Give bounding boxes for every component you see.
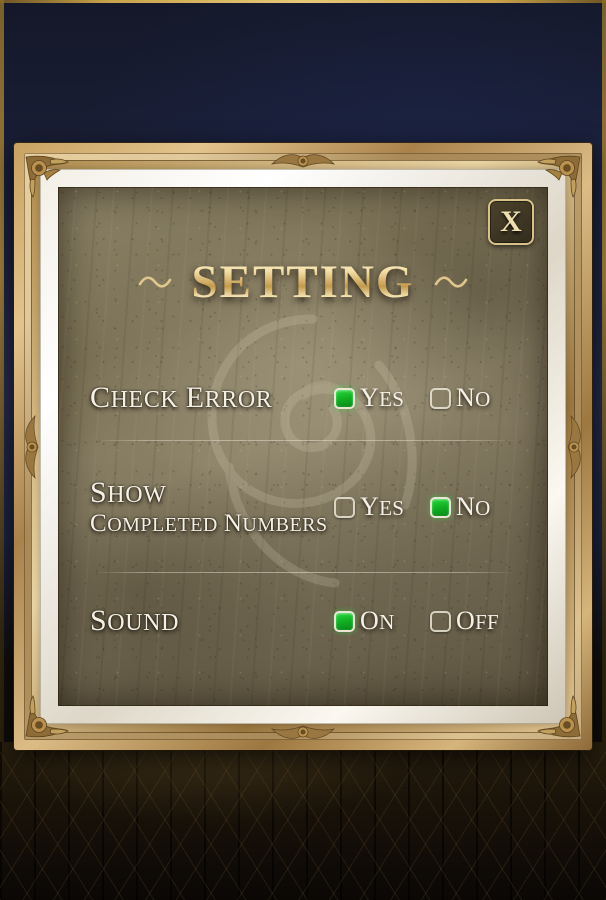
- option-label-sound-off: OFF: [456, 606, 500, 635]
- close-button-label: X: [500, 205, 522, 238]
- checkbox-sound-off[interactable]: [430, 610, 451, 632]
- setting-label-sound: SOUND: [90, 604, 334, 638]
- checkbox-sound-on[interactable]: [334, 610, 355, 632]
- top-gold-edge: [0, 0, 606, 3]
- option-show-completed-numbers-yes[interactable]: YES: [334, 492, 430, 522]
- setting-options-sound: ON OFF: [334, 606, 522, 636]
- settings-panel: X SETTING CHECK ERROR YES NO SHOW COMPLE…: [58, 187, 548, 706]
- checkbox-check-error-no[interactable]: [430, 387, 451, 409]
- edge-ornament-right: [567, 414, 581, 479]
- setting-label-line-1: SOUND: [90, 604, 180, 638]
- option-check-error-no[interactable]: NO: [430, 383, 522, 413]
- setting-row-sound: SOUND ON OFF: [58, 573, 548, 669]
- settings-screen: X SETTING CHECK ERROR YES NO SHOW COMPLE…: [0, 0, 606, 900]
- edge-ornament-top: [270, 154, 336, 168]
- setting-options-show-completed-numbers: YES NO: [334, 492, 522, 522]
- option-sound-on[interactable]: ON: [334, 606, 430, 636]
- background-vignette: [0, 742, 606, 900]
- title-swash-left-icon: [138, 276, 171, 288]
- option-label-check-error-yes: YES: [360, 383, 405, 412]
- checkbox-check-error-yes[interactable]: [334, 387, 355, 409]
- setting-row-check-error: CHECK ERROR YES NO: [58, 355, 548, 441]
- setting-label-show-completed-numbers: SHOW COMPLETED NUMBERS: [90, 476, 334, 538]
- setting-label-line-1: SHOW: [90, 476, 167, 510]
- setting-label-line-1: CHECK ERROR: [90, 381, 273, 415]
- setting-row-show-completed-numbers: SHOW COMPLETED NUMBERS YES NO: [58, 441, 548, 573]
- setting-label-line-2: COMPLETED NUMBERS: [90, 509, 328, 537]
- option-label-sound-on: ON: [360, 606, 395, 635]
- option-label-show-completed-numbers-no: NO: [456, 492, 491, 521]
- edge-ornament-left: [25, 414, 39, 479]
- settings-dialog-frame: X SETTING CHECK ERROR YES NO SHOW COMPLE…: [14, 143, 592, 750]
- checkbox-show-completed-numbers-no[interactable]: [430, 496, 451, 518]
- settings-list: CHECK ERROR YES NO SHOW COMPLETED NUMBER…: [58, 355, 548, 669]
- option-show-completed-numbers-no[interactable]: NO: [430, 492, 522, 522]
- setting-label-check-error: CHECK ERROR: [90, 381, 334, 415]
- edge-ornament-bottom: [270, 725, 336, 739]
- checkbox-show-completed-numbers-yes[interactable]: [334, 496, 355, 518]
- option-label-check-error-no: NO: [456, 383, 491, 412]
- option-sound-off[interactable]: OFF: [430, 606, 522, 636]
- page-title-text: SETTING: [191, 256, 415, 308]
- option-label-show-completed-numbers-yes: YES: [360, 492, 405, 521]
- title-swash-right-icon: [435, 276, 468, 288]
- close-button[interactable]: X: [488, 199, 534, 245]
- option-check-error-yes[interactable]: YES: [334, 383, 430, 413]
- setting-options-check-error: YES NO: [334, 383, 522, 413]
- page-title: SETTING: [58, 255, 548, 309]
